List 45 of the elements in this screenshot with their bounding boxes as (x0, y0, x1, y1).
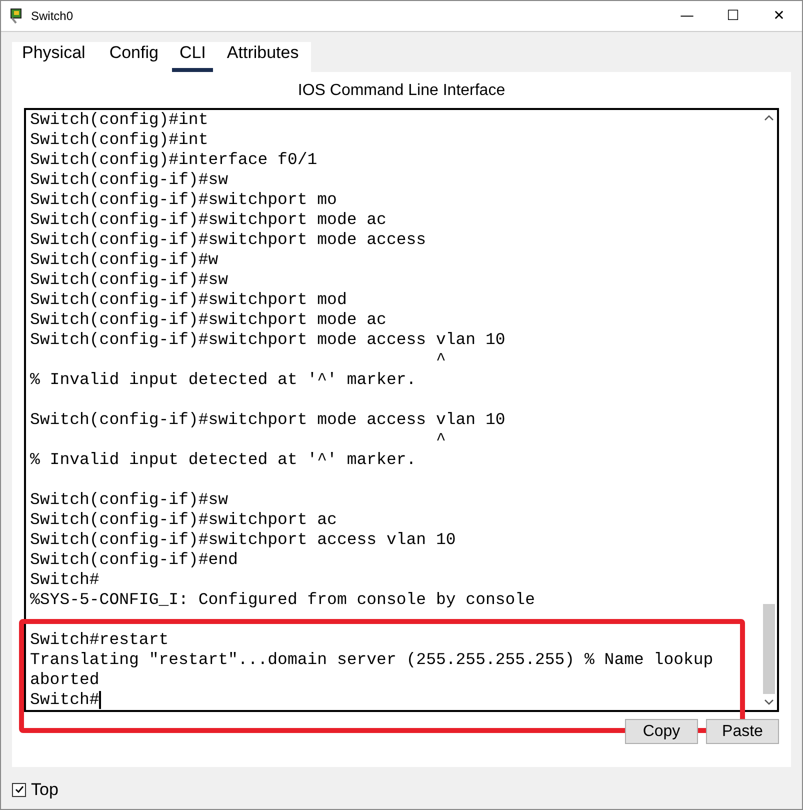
console-line: Switch(config)#int (30, 110, 208, 130)
checkmark-icon (14, 784, 24, 795)
console-line: Switch(config-if)#switchport mode access vlan 10 (30, 410, 506, 430)
console-line: Translating "restart"...domain server (255.255.255.255) % Name lookup (30, 650, 714, 670)
scroll-up-icon[interactable] (764, 114, 774, 122)
text-cursor (99, 691, 101, 709)
console-line: ^ (434, 430, 446, 450)
console-line: % Invalid input detected at '^' marker. (30, 370, 416, 390)
cli-heading: IOS Command Line Interface (296, 82, 506, 100)
console-line: Switch(config-if)#switchport mo (30, 190, 337, 210)
console-line: Switch(config-if)#sw (30, 490, 228, 510)
console-line: Switch(config-if)#switchport mod (30, 290, 347, 310)
console-line: Switch(config-if)#sw (30, 270, 228, 290)
clipboard-button[interactable]: Copy (625, 719, 698, 744)
console-line: ^ (434, 350, 446, 370)
window-control-button[interactable]: ☐ (710, 1, 756, 31)
scroll-thumb[interactable] (763, 604, 775, 694)
console-line: Switch(config-if)#switchport mode access vlan 10 (30, 330, 506, 350)
console-line: aborted (30, 670, 100, 690)
console-line: % Invalid input detected at '^' marker. (30, 450, 416, 470)
console-prompt: Switch# (30, 690, 100, 710)
tab[interactable]: Attributes (226, 43, 299, 72)
console-line: Switch(config-if)#w (30, 250, 218, 270)
console-line: Switch(config-if)#switchport mode ac (30, 310, 386, 330)
console-line: Switch(config-if)#switchport ac (30, 510, 337, 530)
tab[interactable]: Physical (22, 43, 86, 72)
console-line: Switch(config-if)#end (30, 550, 238, 570)
console-line: Switch#restart (30, 630, 169, 650)
console-line: Switch(config-if)#switchport mode access (30, 230, 426, 250)
console-line: Switch# (30, 570, 100, 590)
console-line: Switch(config-if)#switchport access vlan 10 (30, 530, 456, 550)
console-line: %SYS-5-CONFIG_I: Configured from console by console (30, 590, 535, 610)
clipboard-button[interactable]: Paste (706, 719, 779, 744)
console-line: Switch(config-if)#sw (30, 170, 228, 190)
window-control-button[interactable]: ✕ (756, 1, 802, 31)
console-line: Switch(config)#interface f0/1 (30, 150, 318, 170)
window-title: Switch0 (31, 9, 74, 23)
scroll-down-icon[interactable] (764, 698, 774, 706)
top-checkbox[interactable] (12, 782, 26, 796)
terminal-console[interactable] (24, 108, 779, 712)
tab[interactable]: Config (109, 43, 158, 72)
console-line: Switch(config)#int (30, 130, 208, 150)
window-control-button[interactable]: — (664, 1, 710, 31)
checkbox-label: Top (31, 780, 58, 800)
console-line: Switch(config-if)#switchport mode ac (30, 210, 386, 230)
